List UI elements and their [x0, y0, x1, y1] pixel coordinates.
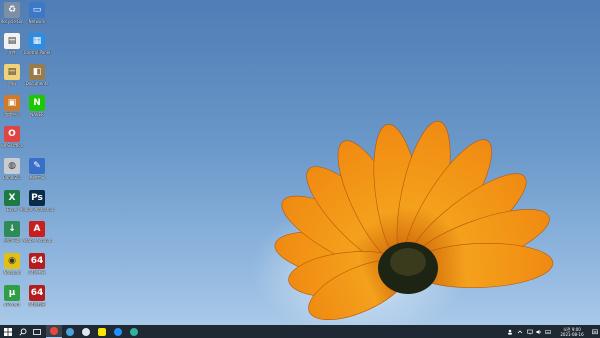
network-button[interactable]: [526, 325, 534, 338]
desktop-icon-label: 64位程序: [28, 302, 46, 307]
app-icon: ▤: [4, 64, 20, 80]
app-icon: ▦: [29, 33, 45, 49]
desktop-icon[interactable]: ▭ Network: [19, 2, 55, 24]
app-icon: ▭: [29, 2, 45, 18]
task-view-icon: [33, 328, 41, 335]
desktop-icon[interactable]: Ps Adobe Photoshop: [19, 190, 55, 212]
notification-icon: [592, 329, 598, 334]
taskbar-app-button[interactable]: [46, 325, 62, 338]
taskbar-app-button[interactable]: [126, 325, 142, 338]
desktop-icon-label: 64位工具: [28, 270, 46, 275]
app-icon: ↓: [4, 221, 20, 237]
app-icon: ◧: [29, 64, 45, 80]
taskbar: 오전 9:00 2021-08-16: [0, 325, 600, 338]
search-button[interactable]: [16, 325, 30, 338]
app-icon: N: [29, 95, 45, 111]
windows-logo-icon: [4, 327, 12, 336]
desktop-icon-label: Adobe Acrobat: [22, 238, 52, 243]
desktop: ♻ Recycle Bin ▭ Network ▤ 文件 ▦ Control Panel ▤ 资料…: [0, 0, 600, 325]
desktop-icon[interactable]: ✎ 系统工具: [19, 158, 55, 180]
app-icon: A: [29, 221, 45, 237]
desktop-icon-label: Adobe Photoshop: [19, 207, 55, 212]
desktop-icon[interactable]: A Adobe Acrobat: [19, 221, 55, 243]
desktop-icon[interactable]: ◧ Documents: [19, 64, 55, 86]
ie-icon: [114, 327, 122, 336]
taskbar-app-button[interactable]: [78, 325, 94, 338]
clock[interactable]: 오전 9:00 2021-08-16: [555, 325, 589, 338]
network-icon: [527, 329, 533, 334]
input-method-button[interactable]: [544, 325, 552, 338]
start-button[interactable]: [0, 325, 16, 338]
taskbar-app-button[interactable]: [110, 325, 126, 338]
people-button[interactable]: [506, 325, 514, 338]
chrome-icon: [50, 327, 58, 335]
desktop-icon-label: 系统工具: [29, 175, 45, 180]
desktop-icon-label: Documents: [25, 81, 49, 86]
app-icon: ▤: [4, 33, 20, 49]
app-icon: 64: [29, 285, 45, 301]
people-icon: [508, 329, 512, 335]
app-icon: 64: [29, 253, 45, 269]
chevron-up-icon: [517, 329, 523, 333]
app-icon: ♻: [4, 2, 20, 18]
app-icon: ✎: [29, 158, 45, 174]
app-icon: µ: [4, 285, 20, 301]
kakaotalk-icon: [98, 327, 106, 336]
edge-icon: [130, 327, 138, 336]
task-view-button[interactable]: [30, 325, 44, 338]
app-icon: ▣: [4, 95, 20, 111]
desktop-icon[interactable]: N NAVER: [19, 95, 55, 117]
flower-wallpaper: [274, 120, 554, 321]
desktop-icon-label: NAVER: [30, 112, 44, 117]
app-icon: O: [4, 126, 20, 142]
desktop-icon[interactable]: ▦ Control Panel: [19, 33, 55, 55]
speaker-icon: [536, 329, 541, 334]
app-icon: ◍: [4, 158, 20, 174]
cloud-icon: [82, 327, 90, 336]
app-icon: Ps: [29, 190, 45, 206]
desktop-icon[interactable]: 64 64位程序: [19, 285, 55, 307]
desktop-icon-label: WPS Office: [1, 143, 23, 148]
desktop-icon-label: Control Panel: [23, 50, 51, 55]
taskbar-app-button[interactable]: [62, 325, 78, 338]
action-center-button[interactable]: [590, 325, 600, 338]
app-icon: [66, 327, 74, 336]
tray-overflow-button[interactable]: [516, 325, 524, 338]
volume-button[interactable]: [535, 325, 543, 338]
keyboard-icon: [545, 329, 551, 334]
desktop-icon-label: Network: [28, 19, 46, 24]
app-icon: ◉: [4, 253, 20, 269]
app-icon: X: [4, 190, 20, 206]
desktop-icon[interactable]: O WPS Office: [0, 126, 30, 148]
clock-date: 2021-08-16: [560, 331, 584, 337]
taskbar-app-button[interactable]: [94, 325, 110, 338]
desktop-icon[interactable]: 64 64位工具: [19, 253, 55, 275]
search-icon: [19, 328, 27, 336]
